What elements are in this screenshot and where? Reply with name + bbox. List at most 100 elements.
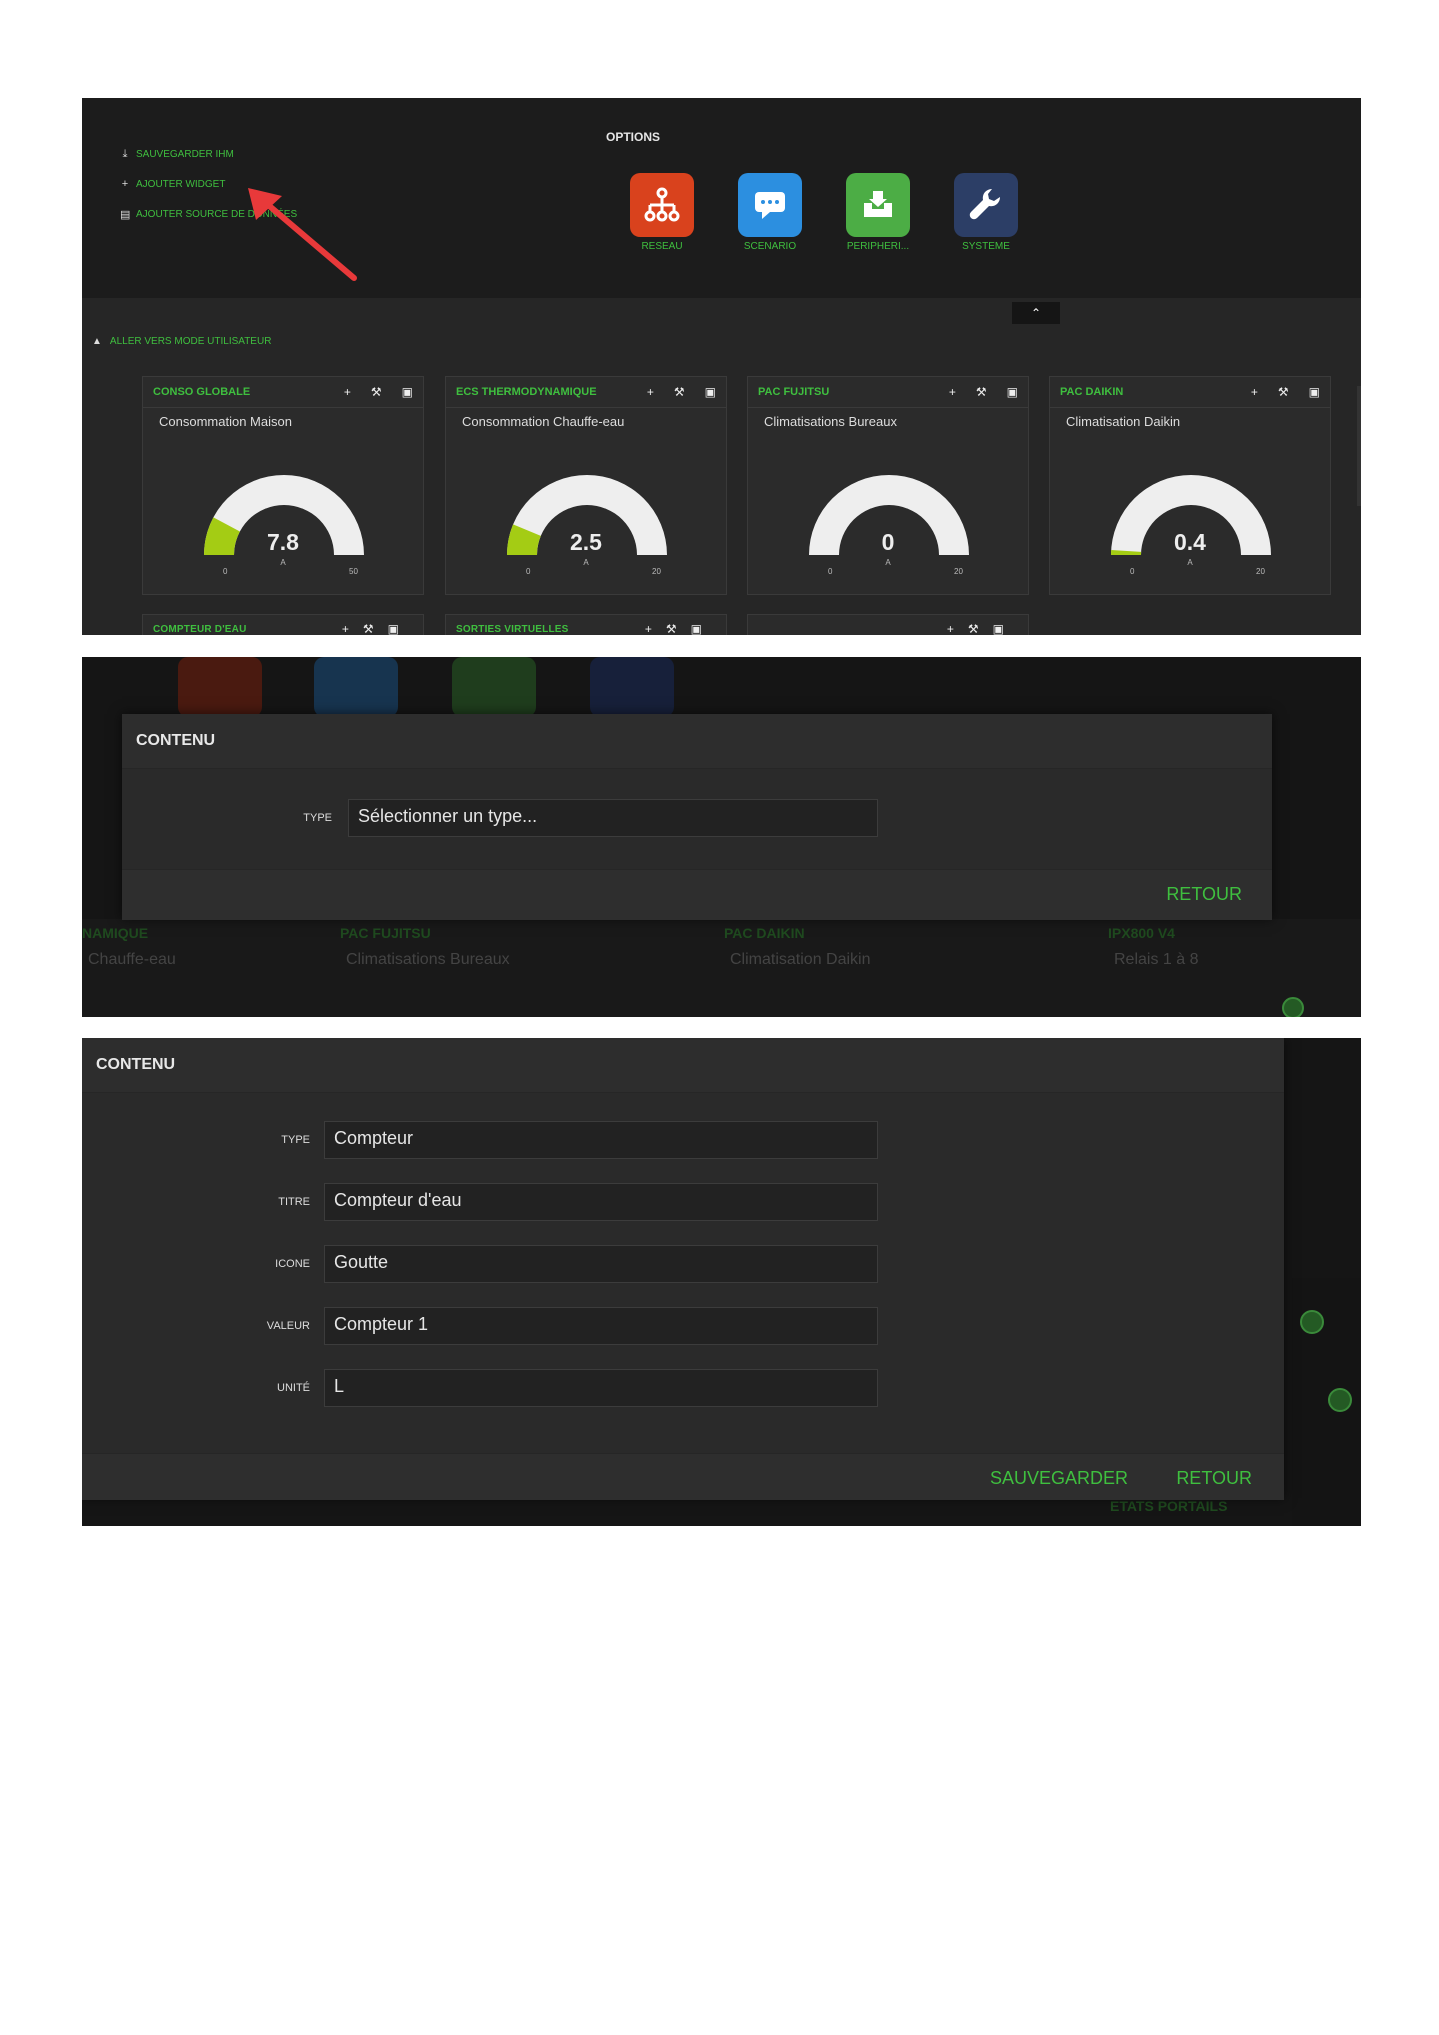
dialog-body: TYPE Sélectionner un type... xyxy=(122,769,1272,869)
gauge-min: 0 xyxy=(1130,567,1135,576)
dimmed-background xyxy=(1292,1278,1361,1526)
unit-input[interactable]: L xyxy=(324,1369,878,1407)
widget-subtitle: Consommation Chauffe-eau xyxy=(462,414,625,429)
widget-unnamed-header: +⚒▣ xyxy=(747,614,1029,635)
download-icon: ⤓ xyxy=(122,148,128,160)
screenshot-widget-form: ETATS PORTAILS CONTENU TYPE Compteur TIT… xyxy=(82,1038,1361,1526)
widget-subtitle: Climatisations Bureaux xyxy=(764,414,897,429)
gauge-value: 2.5 xyxy=(570,529,602,555)
gauge-value: 7.8 xyxy=(267,529,299,555)
screenshot-add-widget-dialog: NAMIQUE Chauffe-eau PAC FUJITSU Climatis… xyxy=(82,657,1361,1017)
type-row: TYPE Sélectionner un type... xyxy=(272,799,878,837)
scroll-edge xyxy=(1357,386,1361,506)
dialog-title: CONTENU xyxy=(82,1038,1284,1093)
field-title: TITRE Compteur d'eau xyxy=(232,1183,878,1221)
back-button[interactable]: RETOUR xyxy=(1176,1468,1252,1489)
screenshot-dashboard: ⤓ SAUVEGARDER IHM + AJOUTER WIDGET ▤ AJO… xyxy=(82,98,1361,635)
add-widget-link[interactable]: + AJOUTER WIDGET xyxy=(120,178,226,190)
widget-subtitle: Climatisation Daikin xyxy=(1066,414,1181,429)
option-peripheriques[interactable]: PERIPHERI... xyxy=(842,173,914,252)
plus-icon[interactable]: + xyxy=(949,385,956,399)
relay-led xyxy=(1300,1310,1324,1334)
icon-input[interactable]: Goutte xyxy=(324,1245,878,1283)
field-value: VALEUR Compteur 1 xyxy=(232,1307,878,1345)
relay-led xyxy=(1282,997,1304,1017)
gauge-unit: A xyxy=(1187,558,1193,567)
gauge-min: 0 xyxy=(526,567,531,576)
widget-title: CONSO GLOBALE xyxy=(153,386,251,398)
widget-header: PAC DAIKIN + ⚒ ▣ xyxy=(1050,377,1330,408)
gauge-min: 0 xyxy=(223,567,228,576)
save-ihm-link[interactable]: ⤓ SAUVEGARDER IHM xyxy=(120,148,234,161)
network-icon xyxy=(178,657,262,717)
widget-pac-daikin: PAC DAIKIN + ⚒ ▣ Climatisation Daikin 0.4 A 0 20 xyxy=(1049,376,1331,595)
plus-icon[interactable]: + xyxy=(647,385,654,399)
gauge-max: 50 xyxy=(349,567,358,576)
user-icon: ▲ xyxy=(92,336,102,347)
widget-title: PAC DAIKIN xyxy=(1060,386,1124,398)
dialog-body: TYPE Compteur TITRE Compteur d'eau ICONE… xyxy=(82,1093,1284,1453)
type-input[interactable]: Compteur xyxy=(324,1121,878,1159)
gauge-max: 20 xyxy=(652,567,661,576)
option-systeme[interactable]: SYSTEME xyxy=(950,173,1022,252)
inbox-icon xyxy=(846,173,910,237)
widget-ecs-thermodynamique: ECS THERMODYNAMIQUE + ⚒ ▣ Consommation Chauf… xyxy=(445,376,727,595)
gauge-min: 0 xyxy=(828,567,833,576)
network-icon xyxy=(630,173,694,237)
wrench-icon xyxy=(954,173,1018,237)
option-scenario[interactable]: SCENARIO xyxy=(734,173,806,252)
user-mode-link[interactable]: ▲ ALLER VERS MODE UTILISATEUR xyxy=(92,336,271,347)
content-dialog: CONTENU TYPE Sélectionner un type... RET… xyxy=(122,714,1272,920)
red-arrow-annotation xyxy=(248,188,357,281)
widget-header: CONSO GLOBALE + ⚒ ▣ xyxy=(143,377,423,408)
options-title: OPTIONS xyxy=(606,130,661,144)
widget-subtitle: Consommation Maison xyxy=(159,414,292,429)
value-input[interactable]: Compteur 1 xyxy=(324,1307,878,1345)
gauge-unit: A xyxy=(885,558,891,567)
dialog-footer: SAUVEGARDER RETOUR xyxy=(82,1453,1284,1500)
widget-conso-globale: CONSO GLOBALE + ⚒ ▣ Consommation Maison 7.8 A 0… xyxy=(142,376,424,595)
chevron-up-icon[interactable]: ⌃ xyxy=(1012,302,1060,324)
widget-sorties-virtuelles-header: SORTIES VIRTUELLES +⚒▣ xyxy=(445,614,727,635)
wrench-icon[interactable]: ⚒ xyxy=(976,385,987,399)
gauge-unit: A xyxy=(583,558,589,567)
plus-icon[interactable]: + xyxy=(344,385,351,399)
content-dialog: CONTENU TYPE Compteur TITRE Compteur d'e… xyxy=(82,1038,1284,1500)
save-button[interactable]: SAUVEGARDER xyxy=(990,1468,1128,1489)
widget-title: ECS THERMODYNAMIQUE xyxy=(456,386,597,398)
widget-title: PAC FUJITSU xyxy=(758,386,830,398)
plus-icon: + xyxy=(121,178,129,190)
relay-led xyxy=(1328,1388,1352,1412)
field-icon: ICONE Goutte xyxy=(232,1245,878,1283)
trash-icon[interactable]: ▣ xyxy=(402,385,413,399)
widget-header: ECS THERMODYNAMIQUE + ⚒ ▣ xyxy=(446,377,726,408)
gauge-unit: A xyxy=(280,558,286,567)
wrench-icon[interactable]: ⚒ xyxy=(674,385,685,399)
field-unit: UNITÉ L xyxy=(232,1369,878,1407)
widget-compteur-eau-header: COMPTEUR D'EAU +⚒▣ xyxy=(142,614,424,635)
trash-icon[interactable]: ▣ xyxy=(1309,385,1320,399)
gauge-value: 0 xyxy=(881,529,895,555)
gauge-max: 20 xyxy=(954,567,963,576)
title-input[interactable]: Compteur d'eau xyxy=(324,1183,878,1221)
wrench-icon[interactable]: ⚒ xyxy=(371,385,382,399)
type-select[interactable]: Sélectionner un type... xyxy=(348,799,878,837)
chat-icon xyxy=(738,173,802,237)
gauge-value: 0.4 xyxy=(1174,529,1206,555)
chat-icon xyxy=(314,657,398,717)
wrench-icon xyxy=(590,657,674,717)
dimmed-widgets: NAMIQUE Chauffe-eau PAC FUJITSU Climatis… xyxy=(82,919,1361,1017)
dialog-footer: RETOUR xyxy=(122,869,1272,920)
back-button[interactable]: RETOUR xyxy=(1166,884,1242,905)
widget-actions[interactable]: +⚒▣ xyxy=(947,622,1018,635)
wrench-icon[interactable]: ⚒ xyxy=(1278,385,1289,399)
widget-actions[interactable]: +⚒▣ xyxy=(645,622,716,635)
trash-icon[interactable]: ▣ xyxy=(705,385,716,399)
inbox-icon xyxy=(452,657,536,717)
widget-actions[interactable]: +⚒▣ xyxy=(342,622,413,635)
plus-icon[interactable]: + xyxy=(1251,385,1258,399)
widget-pac-fujitsu: PAC FUJITSU + ⚒ ▣ Climatisations Bureaux 0 A 0 2… xyxy=(747,376,1029,595)
admin-toolbar: ⤓ SAUVEGARDER IHM + AJOUTER WIDGET ▤ AJO… xyxy=(82,98,1361,298)
trash-icon[interactable]: ▣ xyxy=(1007,385,1018,399)
option-reseau[interactable]: RESEAU xyxy=(626,173,698,252)
